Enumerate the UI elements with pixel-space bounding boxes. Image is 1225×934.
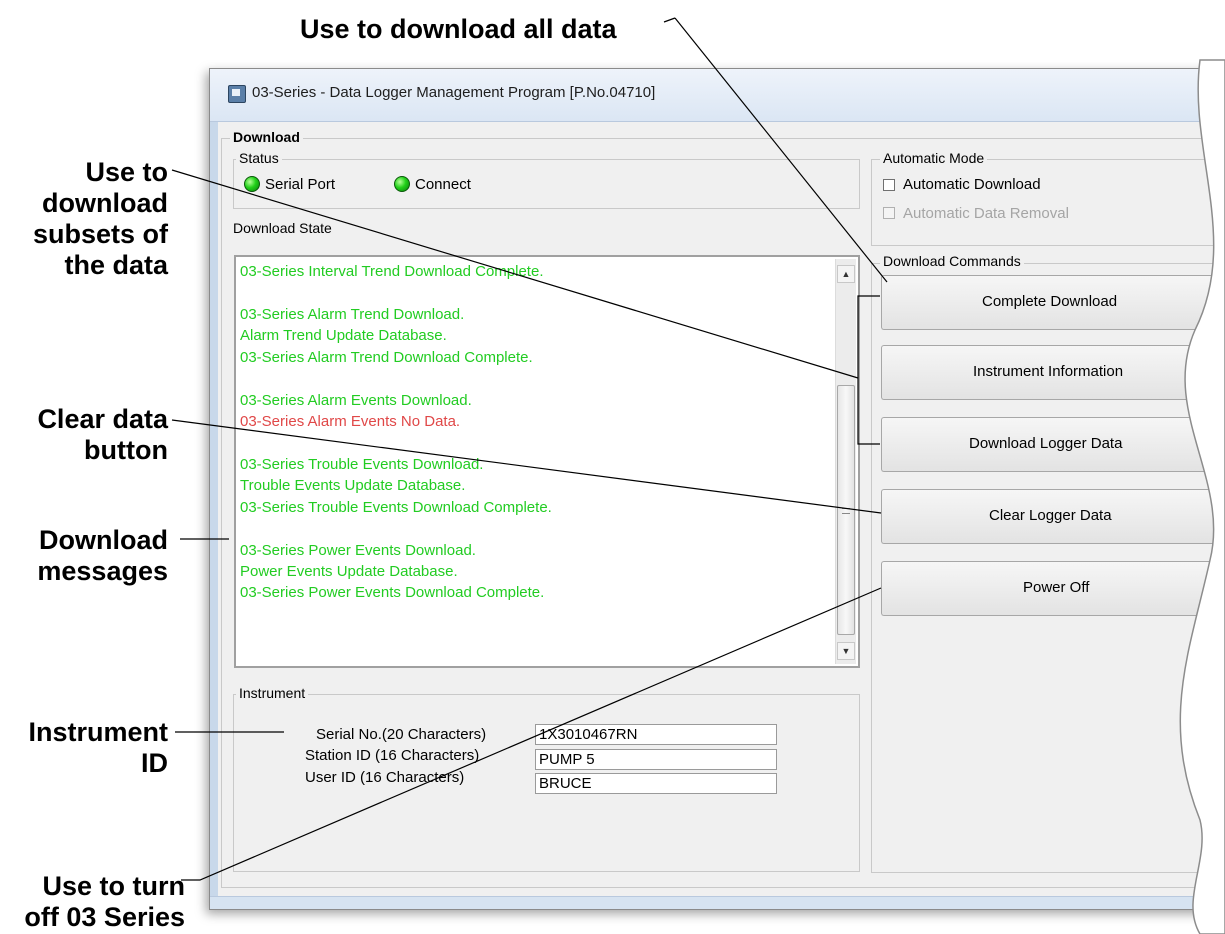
window-frame xyxy=(210,122,218,909)
message-line-error: 03-Series Alarm Events No Data. xyxy=(240,413,461,430)
callout-download-all: Use to download all data xyxy=(300,14,617,44)
connect-led-icon xyxy=(394,176,410,192)
message-line: 03-Series Alarm Trend Download. xyxy=(240,306,465,323)
download-group-label: Download xyxy=(230,129,303,145)
complete-download-button-label: Complete Download xyxy=(982,293,1118,310)
callout-download-messages: Download messages xyxy=(37,525,168,586)
power-off-button-label: Power Off xyxy=(1023,579,1090,596)
callout-clear-data: Clear data button xyxy=(37,404,168,465)
user-id-label: User ID (16 Characters) xyxy=(305,769,465,786)
scroll-thumb[interactable] xyxy=(837,385,855,635)
callout-turn-off: Use to turn off 03 Series xyxy=(24,871,185,932)
message-line: Power Events Update Database. xyxy=(240,563,458,580)
leader-download-all xyxy=(663,17,676,23)
download-messages-box[interactable]: 03-Series Interval Trend Download Comple… xyxy=(234,255,860,668)
message-line: Trouble Events Update Database. xyxy=(240,477,466,494)
message-line: 03-Series Trouble Events Download Comple… xyxy=(240,499,552,516)
automatic-data-removal-checkbox xyxy=(883,207,895,219)
message-line: Alarm Trend Update Database. xyxy=(240,327,447,344)
connect-label: Connect xyxy=(415,176,471,193)
scroll-down-icon[interactable]: ▼ xyxy=(837,642,855,660)
serial-no-field[interactable]: 1X3010467RN xyxy=(535,724,777,745)
download-commands-label: Download Commands xyxy=(880,253,1024,269)
callout-instrument-id: Instrument ID xyxy=(28,717,168,778)
automatic-download-label[interactable]: Automatic Download xyxy=(903,176,1041,193)
automatic-data-removal-label: Automatic Data Removal xyxy=(903,205,1069,222)
instrument-information-button-label: Instrument Information xyxy=(973,363,1124,380)
station-id-label: Station ID (16 Characters) xyxy=(305,747,480,764)
serial-no-label: Serial No.(20 Characters) xyxy=(316,726,487,743)
clear-logger-data-button[interactable]: Clear Logger Data xyxy=(881,489,1225,544)
message-line: 03-Series Alarm Events Download. xyxy=(240,392,472,409)
window-bottom-frame xyxy=(210,896,1225,909)
message-line: 03-Series Power Events Download Complete… xyxy=(240,584,545,601)
station-id-field[interactable]: PUMP 5 xyxy=(535,749,777,770)
message-line: 03-Series Alarm Trend Download Complete. xyxy=(240,349,533,366)
complete-download-button[interactable]: Complete Download xyxy=(881,275,1225,330)
message-line: 03-Series Interval Trend Download Comple… xyxy=(240,263,544,280)
instrument-group-label: Instrument xyxy=(236,685,309,701)
serial-port-led-icon xyxy=(244,176,260,192)
message-line: 03-Series Power Events Download. xyxy=(240,542,476,559)
messages-scrollbar[interactable]: ▲ ▼ xyxy=(835,259,856,664)
automatic-download-checkbox[interactable] xyxy=(883,179,895,191)
clear-logger-data-button-label: Clear Logger Data xyxy=(989,507,1112,524)
power-off-button[interactable]: Power Off xyxy=(881,561,1225,616)
status-group-label: Status xyxy=(236,150,282,166)
user-id-field[interactable]: BRUCE xyxy=(535,773,777,794)
title-bar: 03-Series - Data Logger Management Progr… xyxy=(210,69,1225,122)
app-icon xyxy=(228,85,246,103)
scroll-up-icon[interactable]: ▲ xyxy=(837,265,855,283)
app-window: 03-Series - Data Logger Management Progr… xyxy=(209,68,1225,910)
automatic-mode-group xyxy=(871,159,1225,246)
callout-subsets: Use to download subsets of the data xyxy=(32,157,168,280)
automatic-mode-label: Automatic Mode xyxy=(880,150,988,166)
download-logger-data-button-label: Download Logger Data xyxy=(969,435,1123,452)
download-logger-data-button[interactable]: Download Logger Data xyxy=(881,417,1225,472)
window-title: 03-Series - Data Logger Management Progr… xyxy=(252,84,656,101)
serial-port-label: Serial Port xyxy=(265,176,336,193)
message-line: 03-Series Trouble Events Download. xyxy=(240,456,484,473)
instrument-information-button[interactable]: Instrument Information xyxy=(881,345,1225,400)
download-state-label: Download State xyxy=(233,220,332,236)
